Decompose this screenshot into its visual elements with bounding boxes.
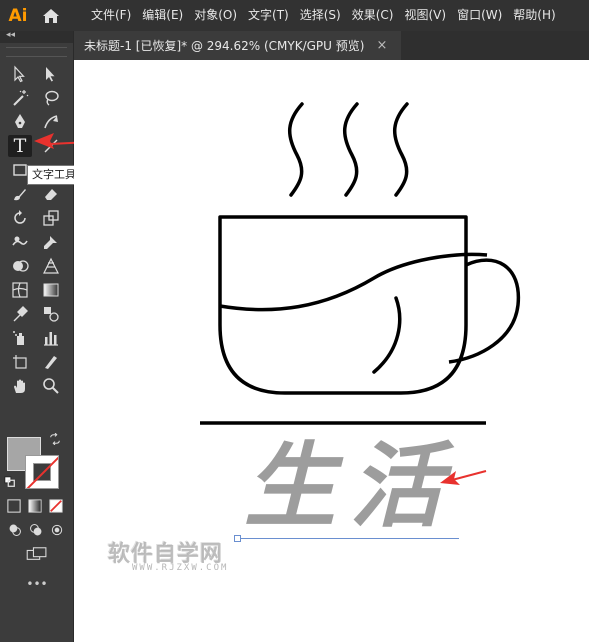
lasso-tool[interactable]	[40, 88, 62, 108]
column-graph-tool[interactable]	[40, 328, 62, 348]
no-stroke-slash-icon	[26, 456, 58, 488]
selection-tool[interactable]	[9, 64, 31, 84]
swap-fill-stroke-icon[interactable]	[48, 432, 62, 446]
artboard-tool[interactable]	[9, 352, 31, 372]
document-tab[interactable]: 未标题-1 [已恢复]* @ 294.62% (CMYK/GPU 预览) ×	[74, 31, 401, 60]
menu-view[interactable]: 视图(V)	[399, 0, 451, 31]
document-tab-title: 未标题-1 [已恢复]* @ 294.62% (CMYK/GPU 预览)	[84, 39, 365, 53]
artboard-canvas[interactable]: 生活 软件自学网 WWW.RJZXW.COM	[74, 60, 589, 642]
perspective-grid-tool[interactable]	[40, 256, 62, 276]
text-anchor-point[interactable]	[234, 535, 241, 542]
steam-line-1	[288, 102, 304, 197]
draw-behind-button[interactable]	[27, 521, 45, 539]
annotation-arrow-text	[440, 470, 487, 485]
puppet-warp-tool[interactable]	[40, 232, 62, 252]
shape-builder-tool[interactable]	[9, 256, 31, 276]
menu-window[interactable]: 窗口(W)	[452, 0, 507, 31]
menu-effect[interactable]: 效果(C)	[347, 0, 399, 31]
steam-line-3	[393, 102, 409, 197]
curvature-tool[interactable]	[40, 112, 62, 132]
cup-handle	[448, 258, 521, 364]
scale-tool[interactable]	[40, 208, 62, 228]
default-fill-stroke-icon[interactable]	[3, 475, 17, 489]
panel-grip[interactable]	[6, 47, 67, 57]
close-tab-icon[interactable]: ×	[376, 38, 387, 53]
draw-normal-button[interactable]	[6, 521, 24, 539]
blend-tool[interactable]	[40, 304, 62, 324]
menu-items: 文件(F) 编辑(E) 对象(O) 文字(T) 选择(S) 效果(C) 视图(V…	[86, 0, 562, 31]
menu-file[interactable]: 文件(F)	[86, 0, 136, 31]
type-tool-icon: T	[13, 135, 27, 157]
hand-tool[interactable]	[9, 376, 31, 396]
symbol-sprayer-tool[interactable]	[9, 328, 31, 348]
direct-selection-tool[interactable]	[40, 64, 62, 84]
edit-toolbar-button[interactable]: •••	[24, 577, 50, 591]
warp-tool[interactable]	[9, 232, 31, 252]
type-tool[interactable]: T	[8, 135, 32, 157]
paintbrush-tool[interactable]	[9, 184, 31, 204]
menu-type[interactable]: 文字(T)	[243, 0, 294, 31]
cup-highlight	[372, 296, 402, 374]
color-mode-button[interactable]	[6, 498, 22, 514]
app-logo: Ai	[8, 5, 28, 26]
rotate-tool[interactable]	[9, 208, 31, 228]
document-tab-bar: 未标题-1 [已恢复]* @ 294.62% (CMYK/GPU 预览) ×	[74, 31, 589, 60]
cup-liquid-wave	[219, 252, 488, 312]
panel-header: ◂◂	[0, 30, 73, 43]
eyedropper-tool[interactable]	[9, 304, 31, 324]
gradient-tool[interactable]	[40, 280, 62, 300]
collapse-panel-button[interactable]: ◂◂	[6, 30, 15, 40]
tools-panel: ◂◂ T •••	[0, 30, 74, 642]
pen-tool[interactable]	[9, 112, 31, 132]
mesh-tool[interactable]	[9, 280, 31, 300]
eraser-tool[interactable]	[40, 184, 62, 204]
menu-help[interactable]: 帮助(H)	[508, 0, 560, 31]
slice-tool[interactable]	[40, 352, 62, 372]
screen-mode-button[interactable]	[24, 545, 50, 563]
menu-bar: Ai 文件(F) 编辑(E) 对象(O) 文字(T) 选择(S) 效果(C) 视…	[0, 0, 589, 31]
stroke-color-swatch[interactable]	[25, 455, 59, 489]
magic-wand-tool[interactable]	[9, 88, 31, 108]
steam-line-2	[343, 102, 359, 197]
menu-edit[interactable]: 编辑(E)	[137, 0, 188, 31]
gradient-mode-button[interactable]	[27, 498, 43, 514]
artwork-text[interactable]: 生活	[244, 436, 456, 536]
zoom-tool[interactable]	[40, 376, 62, 396]
home-icon[interactable]	[38, 0, 64, 31]
draw-inside-button[interactable]	[48, 521, 66, 539]
watermark-url: WWW.RJZXW.COM	[132, 563, 229, 573]
menu-object[interactable]: 对象(O)	[189, 0, 242, 31]
cup-body	[218, 215, 468, 395]
none-mode-button[interactable]	[48, 498, 64, 514]
menu-select[interactable]: 选择(S)	[295, 0, 346, 31]
